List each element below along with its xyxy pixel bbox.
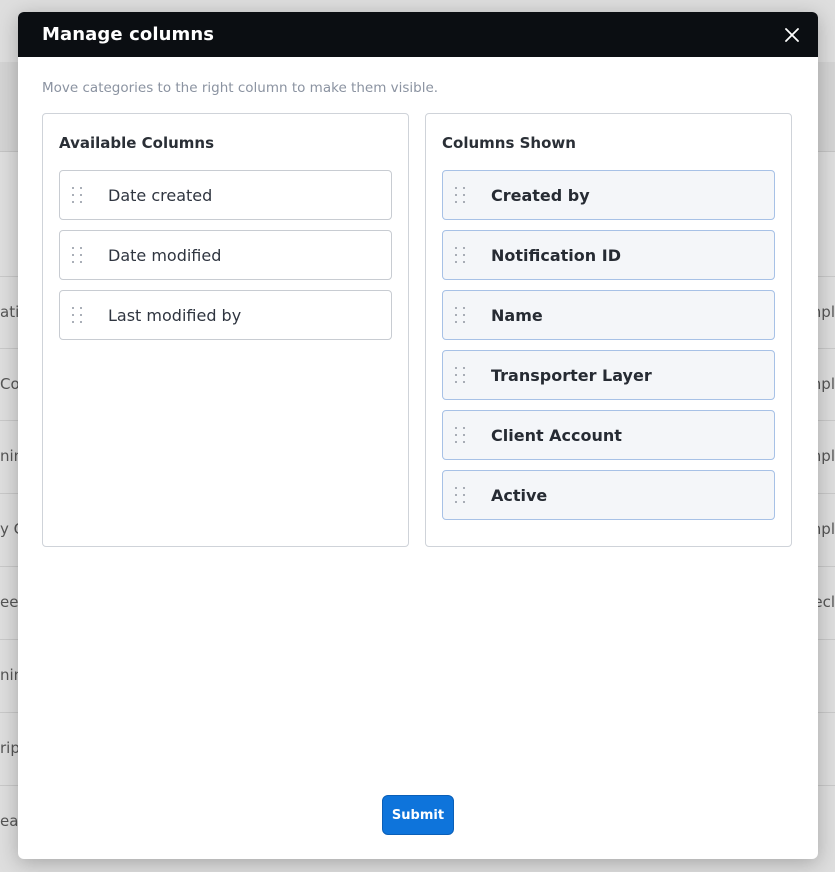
modal-header: Manage columns — [18, 12, 818, 57]
shown-column-item[interactable]: Created by — [442, 170, 775, 220]
available-column-item[interactable]: Date created — [59, 170, 392, 220]
shown-column-item-label: Created by — [491, 185, 590, 205]
manage-columns-modal: Manage columns Move categories to the ri… — [18, 12, 818, 859]
shown-column-item-label: Client Account — [491, 425, 622, 445]
available-column-item[interactable]: Date modified — [59, 230, 392, 280]
available-column-item[interactable]: Last modified by — [59, 290, 392, 340]
available-columns-title: Available Columns — [59, 134, 215, 152]
close-button[interactable] — [778, 21, 806, 49]
available-column-item-label: Date modified — [108, 245, 222, 265]
modal-description: Move categories to the right column to m… — [42, 80, 439, 96]
shown-column-item[interactable]: Name — [442, 290, 775, 340]
drag-handle-icon[interactable] — [453, 365, 467, 385]
drag-handle-icon[interactable] — [70, 245, 84, 265]
shown-column-item[interactable]: Client Account — [442, 410, 775, 460]
shown-column-item-label: Name — [491, 305, 543, 325]
shown-column-item-label: Active — [491, 485, 548, 505]
drag-handle-icon[interactable] — [453, 425, 467, 445]
shown-column-item[interactable]: Transporter Layer — [442, 350, 775, 400]
shown-column-item-label: Transporter Layer — [491, 365, 652, 385]
columns-shown-title: Columns Shown — [442, 134, 576, 152]
modal-title: Manage columns — [42, 24, 215, 45]
shown-column-item[interactable]: Notification ID — [442, 230, 775, 280]
submit-button[interactable]: Submit — [382, 795, 454, 835]
available-columns-panel: Available Columns Date created Date modif… — [42, 113, 409, 547]
drag-handle-icon[interactable] — [453, 185, 467, 205]
drag-handle-icon[interactable] — [453, 245, 467, 265]
drag-handle-icon[interactable] — [70, 305, 84, 325]
shown-column-item[interactable]: Active — [442, 470, 775, 520]
drag-handle-icon[interactable] — [70, 185, 84, 205]
shown-column-item-label: Notification ID — [491, 245, 621, 265]
drag-handle-icon[interactable] — [453, 485, 467, 505]
drag-handle-icon[interactable] — [453, 305, 467, 325]
close-icon — [785, 27, 799, 42]
columns-shown-panel: Columns Shown Created by Notification ID N… — [425, 113, 792, 547]
available-column-item-label: Last modified by — [108, 305, 242, 325]
background-row-text: ati — [0, 303, 20, 321]
available-column-item-label: Date created — [108, 185, 213, 205]
